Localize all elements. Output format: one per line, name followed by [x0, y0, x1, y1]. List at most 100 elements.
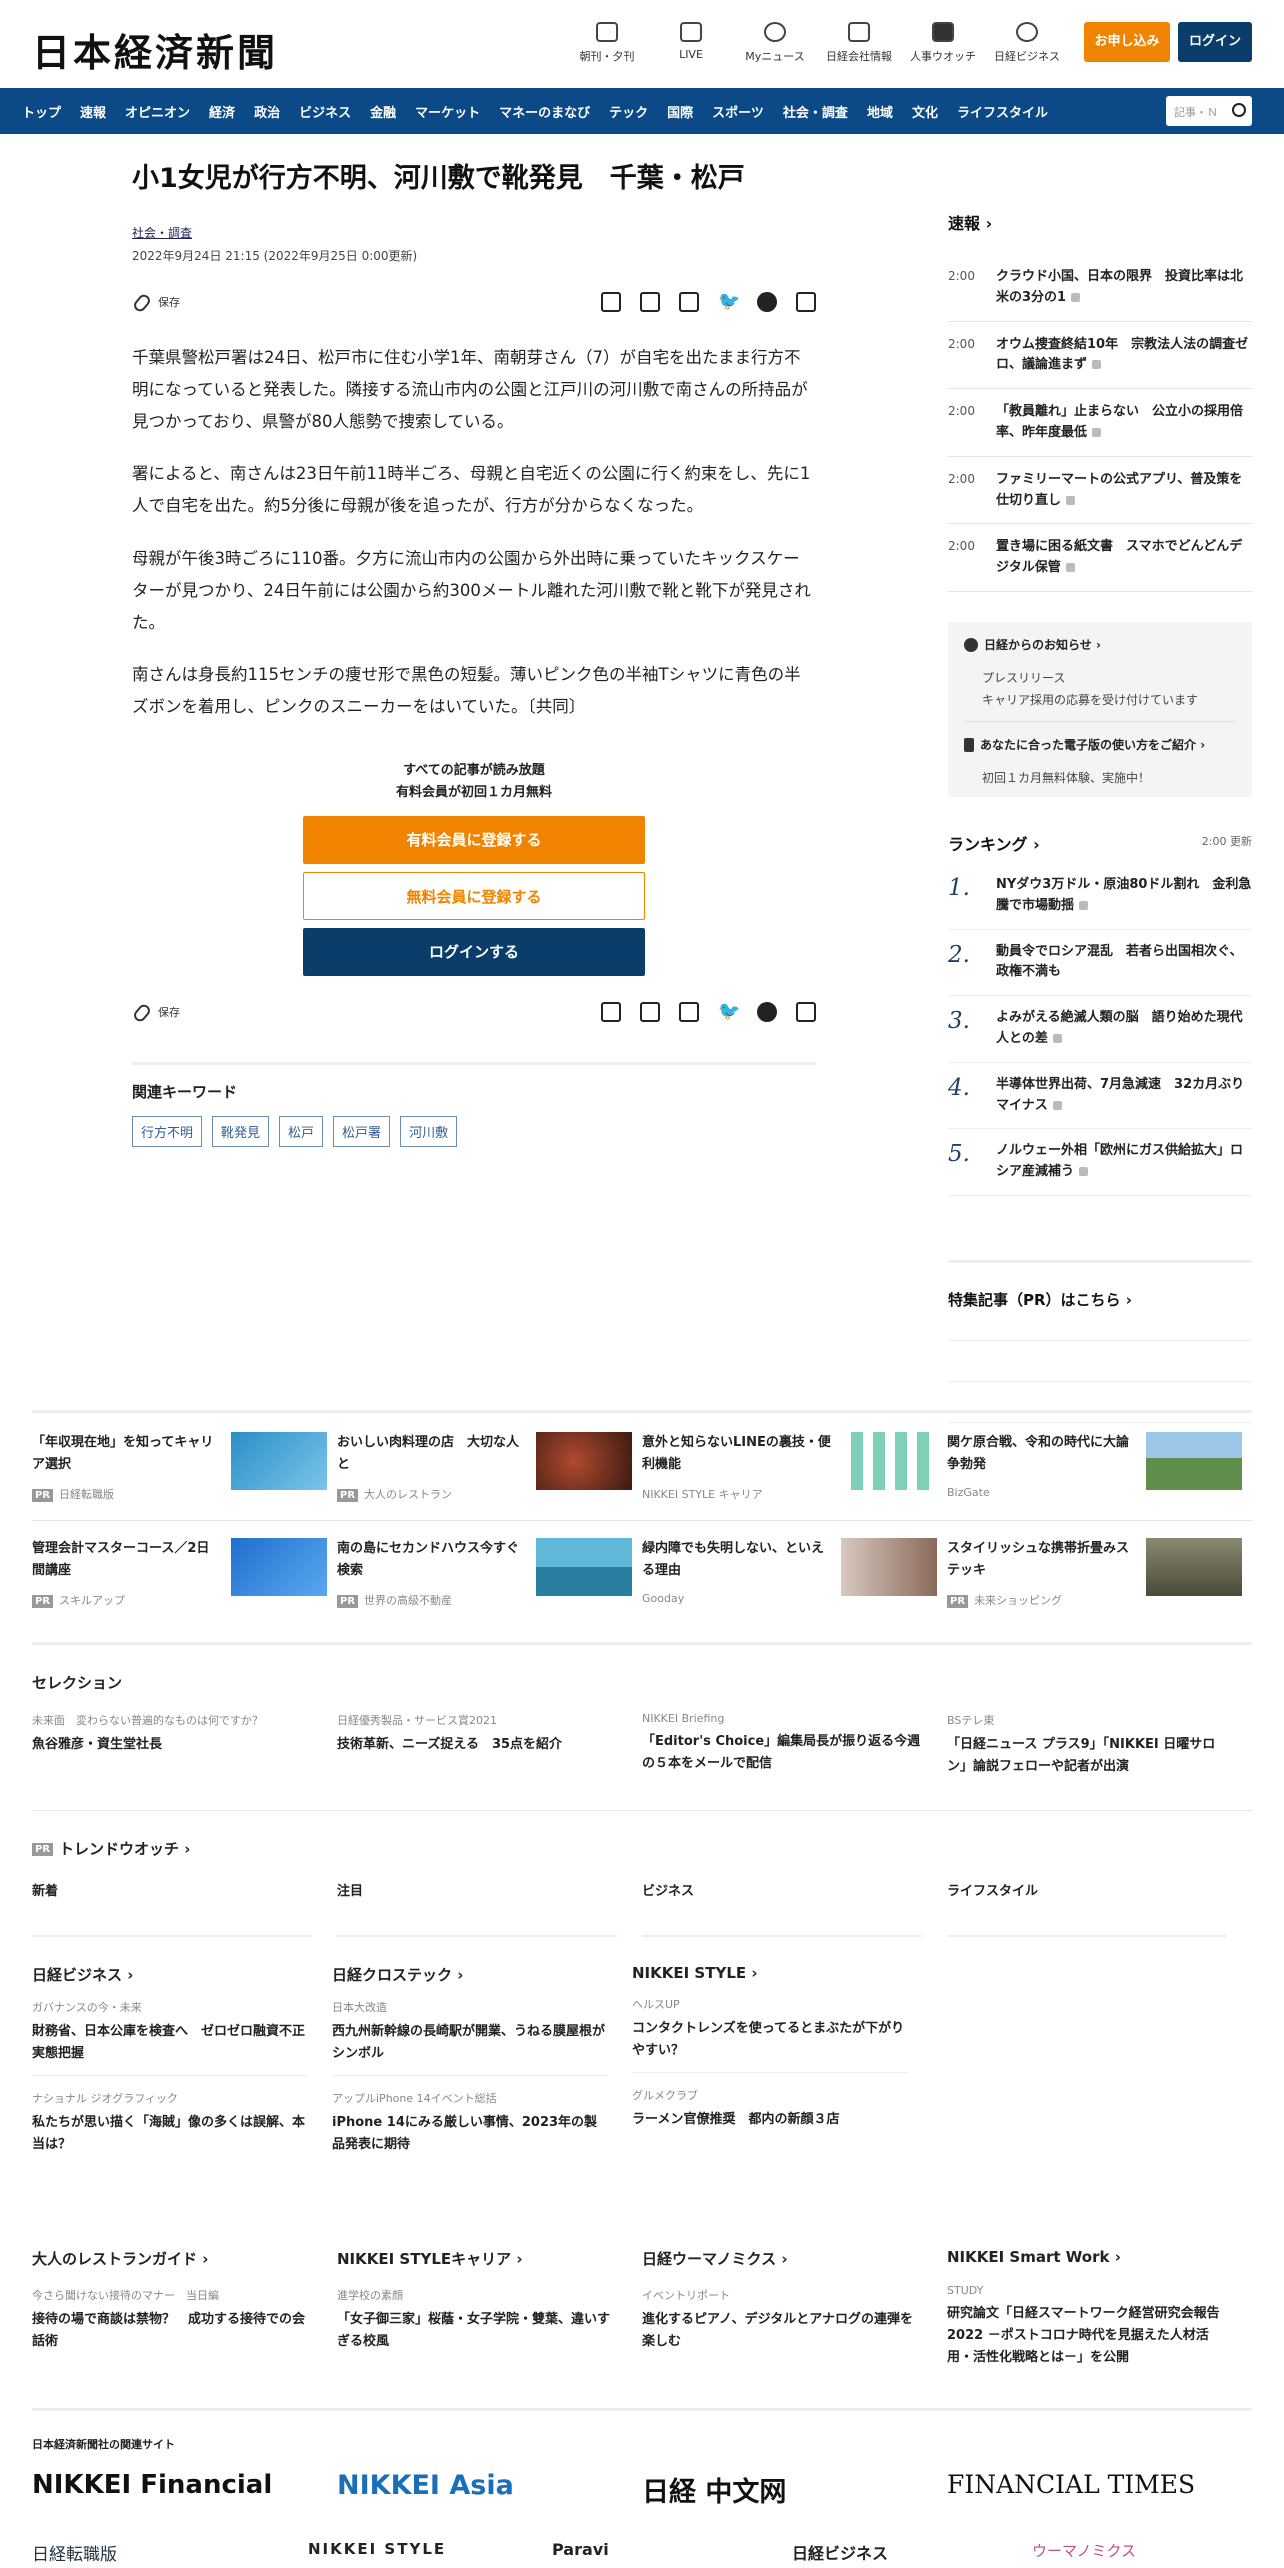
- breaking-item[interactable]: 2:00 ファミリーマートの公式アプリ、普及策を仕切り直し: [948, 457, 1252, 525]
- tab-lifestyle[interactable]: ライフスタイル: [947, 1880, 1252, 1899]
- search-icon[interactable]: [1232, 103, 1246, 117]
- media-item[interactable]: アップルiPhone 14イベント総括 iPhone 14にみる厳しい事情、202…: [332, 2076, 608, 2166]
- header-live[interactable]: LIVE: [656, 22, 726, 61]
- media-title[interactable]: NIKKEI STYLEキャリア ›: [337, 2248, 618, 2269]
- ad-card[interactable]: スタイリッシュな携帯折畳みステッキ PR 未来ショッピング: [947, 1538, 1252, 1608]
- nav-item-breaking[interactable]: 速報: [80, 102, 106, 121]
- notice-item[interactable]: キャリア採用の応募を受け付けています: [964, 689, 1236, 711]
- breaking-item[interactable]: 2:00 置き場に困る紙文書 スマホでどんどんデジタル保管: [948, 524, 1252, 592]
- nav-item-market[interactable]: マーケット: [415, 102, 480, 121]
- ranking-item[interactable]: 2. 動員令でロシア混乱 若者ら出国相次ぐ、政権不満も: [948, 930, 1252, 997]
- signup-button[interactable]: お申し込み: [1084, 22, 1170, 62]
- selection-item[interactable]: 日経優秀製品・サービス賞2021 技術革新、ニーズ捉える 35点を紹介: [337, 1712, 642, 1778]
- media-title[interactable]: 日経ウーマノミクス ›: [642, 2248, 923, 2269]
- paywall-login-button[interactable]: ログインする: [303, 927, 645, 976]
- nav-item-sports[interactable]: スポーツ: [712, 102, 764, 121]
- media-item[interactable]: ガバナンスの今・未来 財務省、日本公庫を検査へ ゼロゼロ融資不正実態把握: [32, 1985, 308, 2077]
- media-item[interactable]: 「女子御三家」桜蔭・女子学院・雙葉、違いすぎる校風: [337, 2309, 618, 2353]
- nav-item-tech[interactable]: テック: [609, 102, 648, 121]
- nav-item-politics[interactable]: 政治: [254, 102, 280, 121]
- twitter-icon[interactable]: 🐦: [718, 291, 740, 312]
- notice-item[interactable]: プレスリリース: [964, 667, 1236, 689]
- bookmark-icon[interactable]: [679, 291, 699, 312]
- feature-title[interactable]: 特集記事（PR）はこちら ›: [948, 1289, 1252, 1310]
- nav-item-world[interactable]: 国際: [667, 102, 693, 121]
- nav-item-economy[interactable]: 経済: [209, 102, 235, 121]
- keyword-tag[interactable]: 河川敷: [400, 1115, 458, 1147]
- nav-item-top[interactable]: トップ: [22, 102, 61, 121]
- nikkei-business-logo[interactable]: 日経ビジネス: [792, 2540, 1032, 2565]
- paravi-logo[interactable]: Paravi: [552, 2540, 792, 2565]
- media-item[interactable]: 日本大改造 西九州新幹線の長崎駅が開業、うねる膜屋根がシンボル: [332, 1985, 608, 2077]
- tab-business[interactable]: ビジネス: [642, 1880, 947, 1899]
- media-title[interactable]: 大人のレストランガイド ›: [32, 2248, 313, 2269]
- nav-item-region[interactable]: 地域: [867, 102, 893, 121]
- breaking-item[interactable]: 2:00 クラウド小国、日本の限界 投資比率は北米の3分の1: [948, 254, 1252, 322]
- save-button[interactable]: 保存: [131, 1001, 180, 1024]
- nav-item-lifestyle[interactable]: ライフスタイル: [957, 102, 1048, 121]
- media-item[interactable]: ヘルスUP コンタクトレンズを使ってるとまぶたが下がりやすい？: [632, 1982, 908, 2074]
- header-jinji-watch[interactable]: 人事ウオッチ: [908, 22, 978, 64]
- nikkei-chinese-logo[interactable]: 日経 中文网: [642, 2470, 947, 2509]
- media-item[interactable]: 研究論文「日経スマートワーク経営研究会報告2022 －ポストコロナ時代を見据えた…: [947, 2303, 1228, 2369]
- ranking-item[interactable]: 3. よみがえる絶滅人類の脳 語り始めた現代人との差: [948, 996, 1252, 1063]
- breaking-item[interactable]: 2:00 オウム捜査終結10年 宗教法人法の調査ゼロ、議論進まず: [948, 322, 1252, 390]
- nikkei-asia-logo[interactable]: NIKKEI Asia: [337, 2470, 642, 2509]
- nav-item-business[interactable]: ビジネス: [299, 102, 351, 121]
- paid-signup-button[interactable]: 有料会員に登録する: [303, 815, 645, 864]
- nav-item-culture[interactable]: 文化: [912, 102, 938, 121]
- search-input[interactable]: 記事・Ｎ: [1166, 96, 1252, 126]
- media-item[interactable]: 進化するピアノ、デジタルとアナログの連弾を楽しむ: [642, 2309, 923, 2353]
- ranking-item[interactable]: 5. ノルウェー外相「欧州にガス供給拡大」ロシア産減補う: [948, 1129, 1252, 1196]
- ad-card[interactable]: 「年収現在地」を知ってキャリア選択 PR 日経転職版: [32, 1432, 337, 1502]
- save-button[interactable]: 保存: [131, 292, 180, 314]
- ebook-guide-title[interactable]: あなたに合った電子版の使い方をご紹介 ›: [964, 736, 1236, 753]
- nikkei-financial-logo[interactable]: NIKKEI Financial: [32, 2470, 337, 2509]
- selection-item[interactable]: NIKKEI Briefing 「Editor's Choice」編集局長が振り返…: [642, 1712, 947, 1778]
- header-nikkei-business[interactable]: 日経ビジネス: [992, 22, 1062, 64]
- nikkei-logo[interactable]: 日本経済新聞: [32, 22, 278, 77]
- ad-card[interactable]: 意外と知らないLINEの裏技・便利機能 NIKKEI STYLE キャリア: [642, 1432, 947, 1502]
- mail-icon[interactable]: [640, 291, 660, 312]
- nav-item-money[interactable]: マネーのまなび: [499, 102, 590, 121]
- notice-title[interactable]: 日経からのお知らせ ›: [964, 636, 1236, 653]
- ad-card[interactable]: おいしい肉料理の店 大切な人と PR 大人のレストラン: [337, 1432, 642, 1502]
- facebook-icon[interactable]: [757, 291, 777, 312]
- nav-item-society[interactable]: 社会・調査: [783, 102, 848, 121]
- bookmark-icon[interactable]: [679, 1001, 699, 1022]
- tab-new[interactable]: 新着: [32, 1880, 337, 1899]
- keyword-tag[interactable]: 行方不明: [132, 1115, 203, 1147]
- ad-card[interactable]: 緑内障でも失明しない、といえる理由 Gooday: [642, 1538, 947, 1608]
- nav-item-finance[interactable]: 金融: [370, 102, 396, 121]
- header-mynews[interactable]: Myニュース: [740, 22, 810, 64]
- womanomics-logo[interactable]: ウーマノミクス: [1032, 2540, 1232, 2565]
- keyword-tag[interactable]: 靴発見: [212, 1115, 270, 1147]
- twitter-icon[interactable]: 🐦: [718, 1001, 740, 1022]
- ebook-item[interactable]: 初回１カ月無料体験、実施中！: [964, 767, 1236, 789]
- financial-times-logo[interactable]: FINANCIAL TIMES: [947, 2470, 1252, 2509]
- media-item[interactable]: 接待の場で商談は禁物？ 成功する接待での会話術: [32, 2309, 313, 2353]
- header-morning-evening[interactable]: 朝刊・夕刊: [572, 22, 642, 64]
- tab-featured[interactable]: 注目: [337, 1880, 642, 1899]
- header-company-info[interactable]: 日経会社情報: [824, 22, 894, 64]
- share-icon[interactable]: [796, 1001, 816, 1022]
- free-signup-button[interactable]: 無料会員に登録する: [303, 871, 645, 920]
- media-item[interactable]: グルメクラブ ラーメン官僚推奨 都内の新顔３店: [632, 2073, 908, 2141]
- print-icon[interactable]: [601, 1001, 621, 1022]
- media-title[interactable]: 日経ビジネス ›: [32, 1964, 308, 1985]
- article-category-link[interactable]: 社会・調査: [132, 224, 816, 241]
- nikkei-style-logo[interactable]: NIKKEI STYLE: [308, 2540, 552, 2565]
- selection-item[interactable]: 未来面 変わらない普遍的なものは何ですか？ 魚谷雅彦・資生堂社長: [32, 1712, 337, 1778]
- trend-watch-title[interactable]: PR トレンドウオッチ ›: [32, 1838, 190, 1859]
- facebook-icon[interactable]: [757, 1001, 777, 1022]
- share-icon[interactable]: [796, 291, 816, 312]
- login-button[interactable]: ログイン: [1178, 22, 1252, 62]
- ad-card[interactable]: 南の島にセカンドハウス今すぐ検索 PR 世界の高級不動産: [337, 1538, 642, 1608]
- mail-icon[interactable]: [640, 1001, 660, 1022]
- ranking-item[interactable]: 4. 半導体世界出荷、7月急減速 32カ月ぶりマイナス: [948, 1063, 1252, 1130]
- breaking-title[interactable]: 速報 ›: [948, 210, 1252, 234]
- media-item[interactable]: ナショナル ジオグラフィック 私たちが思い描く「海賊」像の多くは誤解、本当は？: [32, 2076, 308, 2166]
- selection-item[interactable]: BSテレ東 「日経ニュース プラス9」「NIKKEI 日曜サロン」論説フェローや記…: [947, 1712, 1252, 1778]
- keyword-tag[interactable]: 松戸: [279, 1115, 324, 1147]
- ad-card[interactable]: 関ケ原合戦、令和の時代に大論争勃発 BizGate: [947, 1432, 1252, 1502]
